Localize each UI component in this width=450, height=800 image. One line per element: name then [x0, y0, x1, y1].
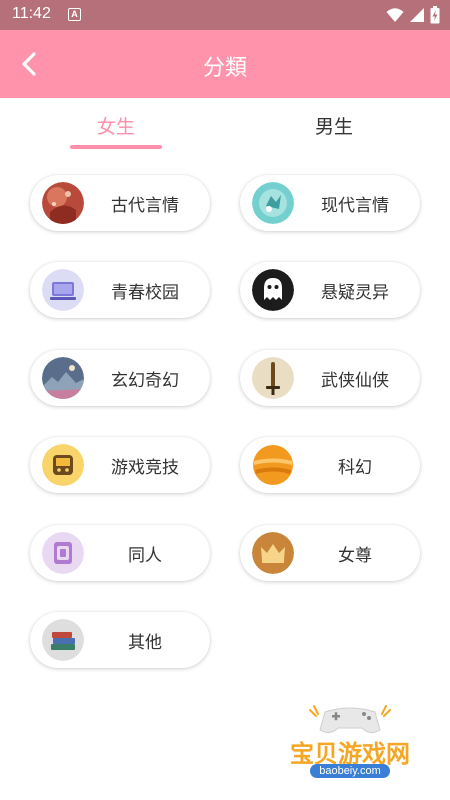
- fan-fiction-icon: [42, 532, 84, 574]
- category-scifi[interactable]: 科幻: [240, 437, 420, 493]
- category-fan-fiction[interactable]: 同人: [30, 525, 210, 581]
- game-console-icon: [42, 444, 84, 486]
- category-wuxia[interactable]: 武侠仙侠: [240, 350, 420, 406]
- tab-female[interactable]: 女生: [56, 112, 176, 139]
- gender-tabs: 女生 男生: [0, 98, 450, 154]
- category-label: 武侠仙侠: [321, 371, 389, 391]
- battery-icon: [430, 6, 440, 24]
- youth-campus-icon: [42, 269, 84, 311]
- category-label: 女尊: [338, 546, 372, 566]
- tab-male[interactable]: 男生: [274, 112, 394, 139]
- notification-a-icon: A: [68, 8, 81, 21]
- category-youth-campus[interactable]: 青春校园: [30, 262, 210, 318]
- app-bar: 分類: [0, 30, 450, 98]
- fantasy-landscape-icon: [42, 357, 84, 399]
- category-label: 现代言情: [321, 196, 389, 216]
- watermark-logo: 宝贝游戏网 baobeiy.com: [270, 700, 430, 795]
- category-label: 古代言情: [111, 196, 179, 216]
- category-ancient-romance[interactable]: 古代言情: [30, 175, 210, 231]
- modern-romance-icon: [252, 182, 294, 224]
- ancient-romance-icon: [42, 182, 84, 224]
- sword-icon: [252, 357, 294, 399]
- category-fantasy[interactable]: 玄幻奇幻: [30, 350, 210, 406]
- category-label: 科幻: [338, 458, 372, 478]
- category-label: 同人: [128, 546, 162, 566]
- category-gaming[interactable]: 游戏竞技: [30, 437, 210, 493]
- cellular-signal-icon: [410, 8, 424, 22]
- crown-icon: [252, 532, 294, 574]
- category-modern-romance[interactable]: 现代言情: [240, 175, 420, 231]
- tab-indicator: [70, 145, 162, 149]
- ghost-icon: [252, 269, 294, 311]
- wifi-icon: [386, 8, 404, 22]
- category-other[interactable]: 其他: [30, 612, 210, 668]
- status-icons: [386, 6, 440, 24]
- page-title: 分類: [202, 56, 247, 81]
- status-bar: 11:42 A: [0, 0, 450, 30]
- category-label: 青春校园: [111, 283, 179, 303]
- status-time: 11:42: [12, 5, 51, 22]
- category-suspense[interactable]: 悬疑灵异: [240, 262, 420, 318]
- planet-icon: [252, 444, 294, 486]
- category-label: 悬疑灵异: [321, 283, 389, 303]
- category-female-dominant[interactable]: 女尊: [240, 525, 420, 581]
- category-label: 游戏竞技: [111, 458, 179, 478]
- watermark-url: baobeiy.com: [310, 764, 390, 778]
- category-label: 玄幻奇幻: [111, 371, 179, 391]
- category-label: 其他: [128, 633, 162, 653]
- books-icon: [42, 619, 84, 661]
